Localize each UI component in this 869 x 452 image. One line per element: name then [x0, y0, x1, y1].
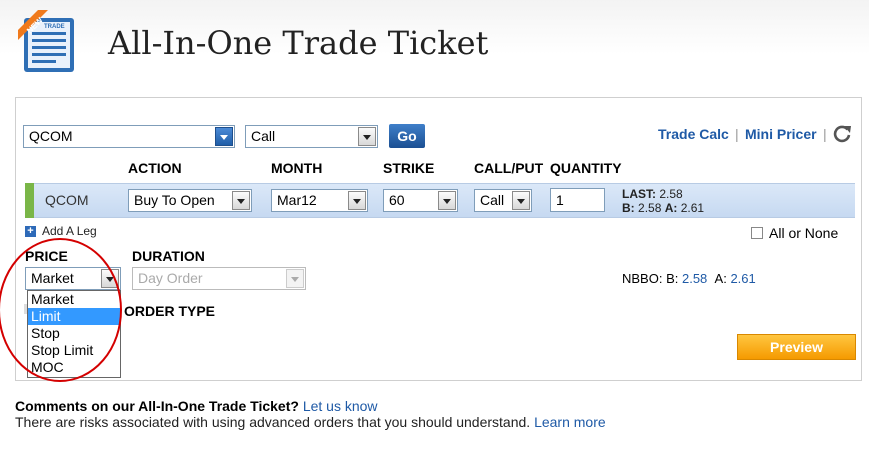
- call-put-value: Call: [480, 192, 505, 208]
- let-us-know-link[interactable]: Let us know: [303, 398, 378, 414]
- all-or-none-label: All or None: [769, 225, 839, 241]
- duration-header: DURATION: [132, 248, 205, 264]
- option-type-value: Call: [251, 128, 276, 144]
- action-select[interactable]: Buy To Open: [128, 189, 252, 212]
- leg-indicator: [25, 183, 34, 218]
- chevron-down-icon[interactable]: [358, 127, 376, 146]
- chevron-down-icon[interactable]: [286, 269, 304, 288]
- annotation-ellipse: [0, 238, 122, 382]
- risk-line: There are risks associated with using ad…: [15, 414, 606, 430]
- link-separator: |: [735, 126, 739, 142]
- bid-ask-quote: B: 2.58 A: 2.61: [622, 201, 704, 215]
- trade-ticket-logo-icon: NEW TRADE: [18, 10, 74, 72]
- nbbo-ask[interactable]: 2.61: [730, 271, 755, 286]
- action-value: Buy To Open: [134, 192, 215, 208]
- last-quote: LAST: 2.58: [622, 187, 683, 201]
- comments-text: Comments on our All-In-One Trade Ticket?: [15, 398, 299, 414]
- last-value: 2.58: [659, 187, 683, 201]
- chevron-down-icon[interactable]: [512, 191, 530, 210]
- go-button[interactable]: Go: [389, 124, 425, 148]
- chevron-down-icon[interactable]: [348, 191, 366, 210]
- chevron-down-icon[interactable]: [232, 191, 250, 210]
- duration-select-value: Day Order: [138, 270, 203, 286]
- chevron-down-icon[interactable]: [438, 191, 456, 210]
- bid-value: 2.58: [638, 201, 662, 215]
- chevron-down-icon[interactable]: [215, 127, 233, 146]
- month-value: Mar12: [277, 192, 317, 208]
- nbbo-prefix: NBBO: B:: [622, 271, 679, 286]
- month-header: MONTH: [271, 160, 323, 176]
- order-type-header: ORDER TYPE: [124, 303, 216, 319]
- trade-calc-link[interactable]: Trade Calc: [658, 126, 729, 142]
- bid-label: B:: [622, 201, 635, 215]
- ask-label: A:: [664, 201, 678, 215]
- strike-header: STRIKE: [383, 160, 435, 176]
- option-type-select[interactable]: Call: [245, 125, 378, 148]
- month-select[interactable]: Mar12: [271, 189, 368, 212]
- all-or-none-checkbox[interactable]: [751, 227, 763, 239]
- logo-word: TRADE: [44, 24, 65, 30]
- nbbo-ask-label: A:: [714, 271, 727, 286]
- page-title: All-In-One Trade Ticket: [108, 24, 489, 62]
- quantity-input[interactable]: 1: [550, 188, 605, 212]
- call-put-select[interactable]: Call: [474, 189, 532, 212]
- action-header: ACTION: [128, 160, 182, 176]
- strike-value: 60: [389, 192, 405, 208]
- leg-symbol: QCOM: [45, 192, 89, 208]
- symbol-select-value: QCOM: [29, 128, 73, 144]
- call-put-header: CALL/PUT: [474, 160, 544, 176]
- last-label: LAST:: [622, 187, 656, 201]
- ask-value: 2.61: [680, 201, 705, 215]
- mini-pricer-link[interactable]: Mini Pricer: [745, 126, 817, 142]
- learn-more-link[interactable]: Learn more: [534, 414, 606, 430]
- nbbo-quote: NBBO: B: 2.58 A: 2.61: [622, 271, 756, 286]
- duration-select[interactable]: Day Order: [132, 267, 306, 290]
- nbbo-bid[interactable]: 2.58: [682, 271, 707, 286]
- quantity-header: QUANTITY: [550, 160, 622, 176]
- link-separator: |: [823, 126, 827, 142]
- preview-button[interactable]: Preview: [737, 334, 856, 360]
- refresh-icon[interactable]: [832, 124, 852, 144]
- comments-line: Comments on our All-In-One Trade Ticket?…: [15, 398, 378, 414]
- symbol-select[interactable]: QCOM: [23, 125, 235, 148]
- strike-select[interactable]: 60: [383, 189, 458, 212]
- risk-text: There are risks associated with using ad…: [15, 414, 531, 430]
